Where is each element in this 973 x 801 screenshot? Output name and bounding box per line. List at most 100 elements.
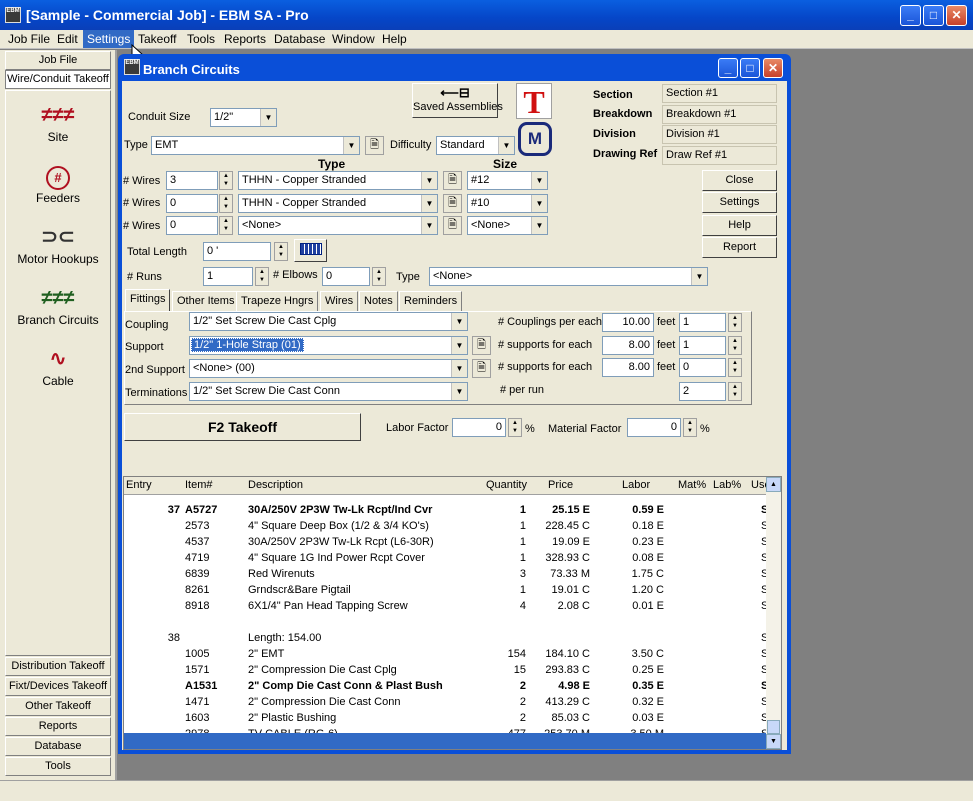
- table-row[interactable]: 6839 Red Wirenuts 3 73.33 M 1.75 CS: [124, 567, 768, 583]
- menu-settings[interactable]: Settings: [83, 30, 135, 48]
- table-row[interactable]: 4719 4" Square 1G Ind Power Rcpt Cover 1 32…: [124, 551, 768, 567]
- document-icon[interactable]: 🗎: [472, 359, 491, 378]
- labor-factor-input[interactable]: 0: [452, 418, 506, 437]
- division-field[interactable]: Division #1: [662, 125, 777, 144]
- terminations-select[interactable]: 1/2" Set Screw Die Cast Conn ▼: [189, 382, 468, 401]
- table-row[interactable]: [124, 615, 768, 631]
- report-button[interactable]: Report: [702, 237, 777, 258]
- conduit-type-select[interactable]: EMT ▼: [151, 136, 360, 155]
- sidebar-reports-button[interactable]: Reports: [5, 717, 111, 736]
- second-support-select[interactable]: <None> (00) ▼: [189, 359, 468, 378]
- selected-row-highlight[interactable]: [124, 733, 768, 749]
- menu-edit[interactable]: Edit: [53, 32, 82, 46]
- elbow-type-select[interactable]: <None> ▼: [429, 267, 708, 286]
- m-badge-icon[interactable]: M: [518, 122, 552, 156]
- tab-notes[interactable]: Notes: [359, 291, 398, 311]
- column-header[interactable]: Mat%: [678, 479, 706, 491]
- close-icon[interactable]: ✕: [946, 5, 967, 26]
- table-row[interactable]: A1531 2" Comp Die Cast Conn & Plast Bush 2…: [124, 679, 768, 695]
- couplings-qty-input[interactable]: 1: [679, 313, 726, 332]
- sidebar-item-site[interactable]: ≠≠≠ Site: [5, 100, 111, 144]
- supports-qty-input[interactable]: 1: [679, 336, 726, 355]
- table-row[interactable]: 38 Length: 154.00 S: [124, 631, 769, 647]
- wire-size-select[interactable]: #12 ▼: [467, 171, 548, 190]
- menu-database[interactable]: Database: [270, 32, 329, 46]
- per-run-input[interactable]: 2: [679, 382, 726, 401]
- table-row[interactable]: 1471 2" Compression Die Cast Conn 2 413.29 …: [124, 695, 768, 711]
- wire-count-spinner[interactable]: ▲ ▼: [219, 194, 233, 213]
- f2-takeoff-button[interactable]: F2 Takeoff: [124, 413, 361, 441]
- sidebar-tools-button[interactable]: Tools: [5, 757, 111, 776]
- total-length-input[interactable]: 0 ': [203, 242, 271, 261]
- tab-fittings[interactable]: Fittings: [125, 289, 171, 311]
- material-factor-input[interactable]: 0: [627, 418, 681, 437]
- wire-type-select[interactable]: THHN - Copper Stranded ▼: [238, 171, 438, 190]
- runs-spinner[interactable]: ▲ ▼: [255, 267, 269, 286]
- column-header[interactable]: Quantity: [486, 479, 527, 491]
- tab-wires[interactable]: Wires: [320, 291, 359, 311]
- grid-scrollbar[interactable]: ▲ ▼: [766, 477, 781, 749]
- sidebar-item-motor-hookups[interactable]: ⊃⊂ Motor Hookups: [5, 222, 111, 266]
- document-icon[interactable]: 🗎: [443, 171, 462, 190]
- wire-count-spinner[interactable]: ▲ ▼: [219, 171, 233, 190]
- column-header[interactable]: Entry: [126, 479, 152, 491]
- supports2-qty-spinner[interactable]: ▲ ▼: [728, 358, 742, 377]
- wire-type-select[interactable]: THHN - Copper Stranded ▼: [238, 194, 438, 213]
- section-field[interactable]: Section #1: [662, 84, 777, 103]
- document-icon[interactable]: 🗎: [443, 194, 462, 213]
- wire-count-input[interactable]: 3: [166, 171, 218, 190]
- sidebar-distribution-takeoff-button[interactable]: Distribution Takeoff: [5, 657, 111, 676]
- column-header[interactable]: Labor: [622, 479, 650, 491]
- supports-for-input[interactable]: 8.00: [602, 336, 654, 355]
- column-header[interactable]: Price: [548, 479, 573, 491]
- tab-trapeze-hngrs[interactable]: Trapeze Hngrs: [236, 291, 319, 311]
- minimize-icon[interactable]: _: [900, 5, 921, 26]
- wire-count-input[interactable]: 0: [166, 216, 218, 235]
- takeoff-t-badge[interactable]: T: [516, 83, 552, 120]
- menu-tools[interactable]: Tools: [183, 32, 219, 46]
- breakdown-field[interactable]: Breakdown #1: [662, 105, 777, 124]
- wire-size-select[interactable]: #10 ▼: [467, 194, 548, 213]
- total-length-spinner[interactable]: ▲ ▼: [274, 242, 288, 261]
- dialog-maximize-icon[interactable]: □: [740, 58, 760, 78]
- runs-input[interactable]: 1: [203, 267, 253, 286]
- sidebar-item-feeders[interactable]: # Feeders: [5, 161, 111, 205]
- supports2-for-input[interactable]: 8.00: [602, 358, 654, 377]
- drawing-ref-field[interactable]: Draw Ref #1: [662, 146, 777, 165]
- material-factor-spinner[interactable]: ▲ ▼: [683, 418, 697, 437]
- column-header[interactable]: Item#: [185, 479, 213, 491]
- table-row[interactable]: 37 A5727 30A/250V 2P3W Tw-Lk Rcpt/Ind Cvr 1…: [124, 503, 769, 519]
- sidebar-database-button[interactable]: Database: [5, 737, 111, 756]
- supports2-qty-input[interactable]: 0: [679, 358, 726, 377]
- document-icon[interactable]: 🗎: [365, 136, 384, 155]
- scroll-up-icon[interactable]: ▲: [766, 477, 781, 492]
- column-header[interactable]: Lab%: [713, 479, 741, 491]
- dialog-close-icon[interactable]: ✕: [763, 58, 783, 78]
- sidebar-job-file-button[interactable]: Job File: [5, 51, 111, 70]
- document-icon[interactable]: 🗎: [472, 336, 491, 355]
- maximize-icon[interactable]: □: [923, 5, 944, 26]
- table-row[interactable]: 8918 6X1/4" Pan Head Tapping Screw 4 2.08 C…: [124, 599, 768, 615]
- difficulty-select[interactable]: Standard ▼: [436, 136, 515, 155]
- tab-other-items[interactable]: Other Items: [172, 291, 240, 311]
- support-select[interactable]: 1/2" 1-Hole Strap (01) ▼: [189, 336, 468, 355]
- menu-reports[interactable]: Reports: [220, 32, 270, 46]
- coupling-select[interactable]: 1/2" Set Screw Die Cast Cplg ▼: [189, 312, 468, 331]
- sidebar-wire-conduit-takeoff-button[interactable]: Wire/Conduit Takeoff: [5, 70, 111, 89]
- scroll-down-icon[interactable]: ▼: [766, 734, 781, 749]
- table-row[interactable]: 1005 2" EMT 154 184.10 C 3.50 CS: [124, 647, 768, 663]
- table-row[interactable]: 8261 Grndscr&Bare Pigtail 1 19.01 C 1.20 CS: [124, 583, 768, 599]
- document-icon[interactable]: 🗎: [443, 216, 462, 235]
- labor-factor-spinner[interactable]: ▲ ▼: [508, 418, 522, 437]
- sidebar-item-branch-circuits[interactable]: ≠≠≠ Branch Circuits: [5, 283, 111, 327]
- elbows-spinner[interactable]: ▲ ▼: [372, 267, 386, 286]
- elbows-input[interactable]: 0: [322, 267, 370, 286]
- table-row[interactable]: 1603 2" Plastic Bushing 2 85.03 C 0.03 ES: [124, 711, 768, 727]
- table-row[interactable]: 4537 30A/250V 2P3W Tw-Lk Rcpt (L6-30R) 1 19…: [124, 535, 768, 551]
- table-row[interactable]: 2573 4" Square Deep Box (1/2 & 3/4 KO's) 1…: [124, 519, 768, 535]
- sidebar-item-cable[interactable]: ∿ Cable: [5, 344, 111, 388]
- per-run-spinner[interactable]: ▲ ▼: [728, 382, 742, 401]
- table-row[interactable]: 1571 2" Compression Die Cast Cplg 15 293.83…: [124, 663, 768, 679]
- menu-job-file[interactable]: Job File: [4, 32, 54, 46]
- wire-count-input[interactable]: 0: [166, 194, 218, 213]
